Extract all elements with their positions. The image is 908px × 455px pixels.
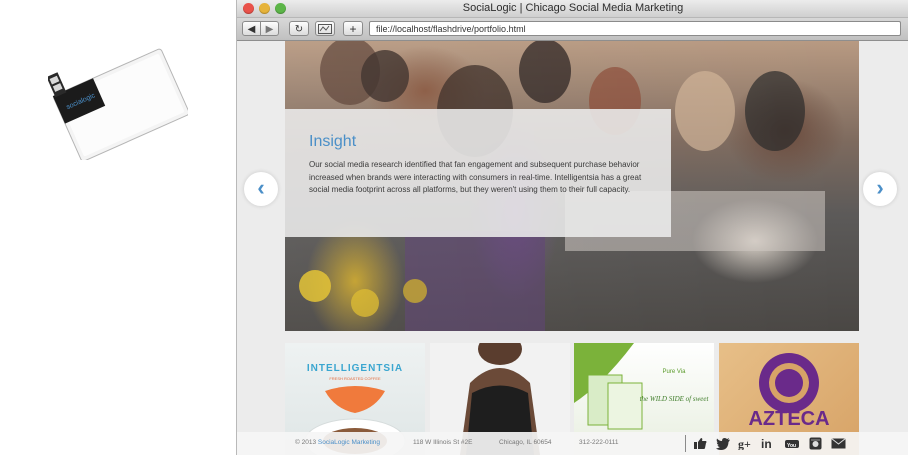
insight-heading: Insight bbox=[309, 133, 357, 150]
browser-window: SociaLogic | Chicago Social Media Market… bbox=[236, 0, 908, 455]
footer-phone: 312-222-0111 bbox=[579, 439, 619, 446]
snippet-button[interactable] bbox=[315, 21, 335, 36]
svg-text:You: You bbox=[787, 443, 796, 449]
add-bookmark-button[interactable]: + bbox=[343, 21, 363, 36]
flashdrive-illustration: socialogic bbox=[46, 40, 190, 162]
linkedin-icon[interactable]: in bbox=[759, 435, 779, 452]
insight-body: Our social media research identified tha… bbox=[309, 160, 642, 195]
footer-city: Chicago, IL 60654 bbox=[499, 439, 552, 446]
chevron-left-icon: ‹ bbox=[257, 175, 265, 200]
previous-slide-button[interactable]: ‹ bbox=[244, 172, 278, 206]
social-links: g+ in You bbox=[685, 435, 851, 452]
chevron-right-icon: › bbox=[876, 175, 884, 200]
page-footer: © 2013 SociaLogic Marketing 118 W Illino… bbox=[237, 432, 908, 455]
intelligentsia-logo-text: INTELLIGENTSIA bbox=[307, 363, 403, 374]
title-bar: SociaLogic | Chicago Social Media Market… bbox=[237, 0, 908, 18]
purevia-logo-text: Pure Via bbox=[663, 369, 687, 375]
page-content: Insight Our social media research identi… bbox=[237, 41, 908, 455]
window-title: SociaLogic | Chicago Social Media Market… bbox=[462, 2, 684, 14]
azteca-logo-text: AZTECA bbox=[748, 408, 829, 430]
svg-text:g+: g+ bbox=[738, 437, 751, 450]
snippet-icon bbox=[318, 24, 332, 34]
address-bar[interactable]: file://localhost/flashdrive/portfolio.ht… bbox=[369, 21, 901, 36]
footer-address: 118 W Illinois St #2E bbox=[413, 439, 473, 446]
hero-slide: Insight Our social media research identi… bbox=[285, 41, 859, 331]
intelligentsia-sub-text: FRESH ROASTED COFFEE bbox=[329, 376, 381, 381]
footer-copyright: © 2013 SociaLogic Marketing bbox=[295, 439, 380, 446]
browser-toolbar: ◀ ▶ ↻ + file://localhost/flashdrive/port… bbox=[237, 18, 908, 41]
twitter-icon[interactable] bbox=[713, 435, 733, 452]
purevia-tagline: the WILD SIDE of sweet bbox=[640, 395, 710, 403]
forward-button[interactable]: ▶ bbox=[260, 21, 279, 36]
next-slide-button[interactable]: › bbox=[863, 172, 897, 206]
footer-company-link[interactable]: SociaLogic Marketing bbox=[318, 439, 380, 446]
svg-text:in: in bbox=[761, 437, 772, 450]
instagram-icon[interactable] bbox=[805, 435, 825, 452]
back-button[interactable]: ◀ bbox=[242, 21, 261, 36]
copyright-text: © 2013 bbox=[295, 439, 318, 446]
like-icon[interactable] bbox=[690, 435, 710, 452]
google-plus-icon[interactable]: g+ bbox=[736, 435, 756, 452]
youtube-icon[interactable]: You bbox=[782, 435, 802, 452]
reload-button[interactable]: ↻ bbox=[289, 21, 309, 36]
mail-icon[interactable] bbox=[828, 435, 848, 452]
insight-panel: Insight Our social media research identi… bbox=[285, 109, 671, 237]
